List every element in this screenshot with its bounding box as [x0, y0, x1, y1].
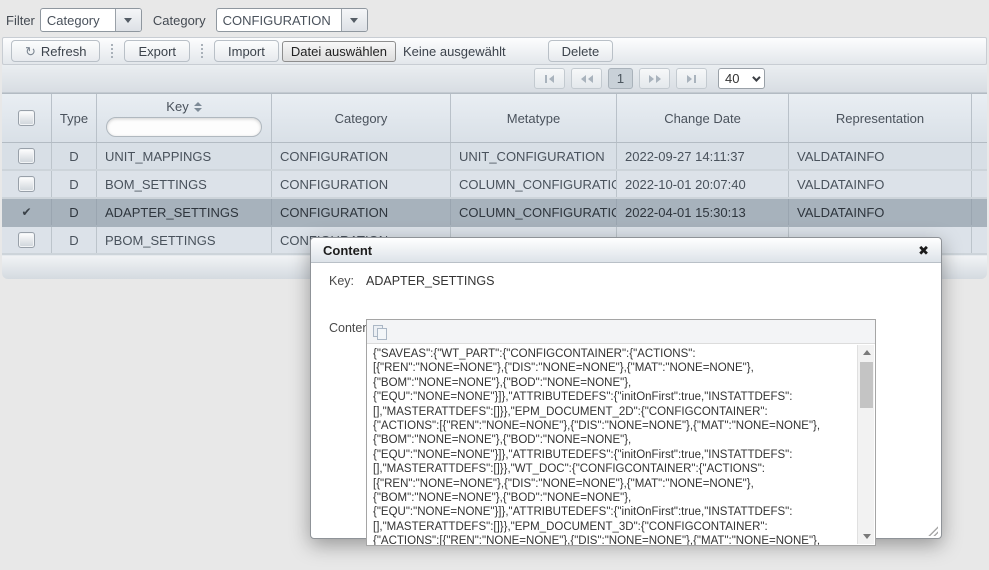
export-button[interactable]: Export [124, 40, 190, 62]
cell-metatype: COLUMN_CONFIGURATION [451, 171, 617, 197]
cell-filler [972, 143, 987, 169]
category-filter-select[interactable]: CONFIGURATION [216, 8, 368, 32]
cell-metatype: UNIT_CONFIGURATION [451, 143, 617, 169]
cell-type: D [52, 227, 97, 253]
chevron-down-icon[interactable] [341, 9, 367, 31]
current-page-button[interactable]: 1 [608, 68, 633, 89]
refresh-button-label: Refresh [41, 44, 87, 59]
page-size-value: 40 [725, 71, 739, 86]
pagination-bar: 1 40 [2, 65, 987, 93]
row-select-cell [2, 227, 52, 253]
copy-icon[interactable] [373, 325, 386, 339]
dialog-title: Content [323, 243, 372, 258]
last-page-button[interactable] [676, 68, 707, 89]
toolbar: ↻ Refresh Export Import Datei auswählen … [2, 37, 987, 65]
scroll-up-icon[interactable] [858, 345, 875, 360]
content-editor-panel: {"SAVEAS":{"WT_PART":{"CONFIGCONTAINER":… [366, 319, 876, 546]
editor-toolbar [367, 320, 875, 344]
cell-key: BOM_SETTINGS [97, 171, 272, 197]
dialog-body: Key: ADAPTER_SETTINGS Content: {"SAVEAS"… [311, 263, 941, 539]
content-dialog: Content ✖ Key: ADAPTER_SETTINGS Content:… [310, 237, 942, 539]
table-row[interactable]: D BOM_SETTINGS CONFIGURATION COLUMN_CONF… [2, 171, 987, 199]
cell-filler [972, 199, 987, 225]
cell-change-date: 2022-04-01 15:30:13 [617, 199, 789, 225]
vertical-scrollbar[interactable] [857, 345, 874, 544]
cell-category: CONFIGURATION [272, 199, 451, 225]
cell-category: CONFIGURATION [272, 143, 451, 169]
column-header-change-date[interactable]: Change Date [617, 94, 789, 142]
cell-key: UNIT_MAPPINGS [97, 143, 272, 169]
row-select-cell: ✔ [2, 199, 52, 225]
close-icon[interactable]: ✖ [918, 244, 929, 257]
refresh-icon: ↻ [25, 45, 36, 58]
select-all-checkbox[interactable] [18, 110, 35, 126]
refresh-button[interactable]: ↻ Refresh [11, 40, 100, 62]
cell-filler [972, 227, 987, 253]
import-button[interactable]: Import [214, 40, 279, 62]
grid-header: Type Key Category Metatype Change Date R… [2, 93, 987, 143]
cell-metatype: COLUMN_CONFIGURATION [451, 199, 617, 225]
column-header-key[interactable]: Key [97, 94, 272, 142]
content-textarea[interactable]: {"SAVEAS":{"WT_PART":{"CONFIGCONTAINER":… [367, 344, 875, 545]
row-checked-icon: ✔ [21, 205, 31, 219]
chevron-down-icon [752, 73, 760, 81]
app-root: Filter Category Category CONFIGURATION ↻… [0, 0, 989, 570]
category-filter-value: CONFIGURATION [217, 9, 341, 31]
cell-filler [972, 171, 987, 197]
content-json-text: {"SAVEAS":{"WT_PART":{"CONFIGCONTAINER":… [367, 344, 875, 545]
cell-change-date: 2022-10-01 20:07:40 [617, 171, 789, 197]
file-status-text: Keine ausgewählt [403, 44, 506, 59]
cell-change-date: 2022-09-27 14:11:37 [617, 143, 789, 169]
column-header-key-label: Key [166, 99, 188, 114]
key-label: Key: [329, 274, 354, 288]
cell-key: PBOM_SETTINGS [97, 227, 272, 253]
table-row[interactable]: D UNIT_MAPPINGS CONFIGURATION UNIT_CONFI… [2, 143, 987, 171]
filter-bar: Filter Category Category CONFIGURATION [0, 6, 989, 34]
row-select-cell [2, 143, 52, 169]
row-checkbox[interactable] [18, 148, 35, 164]
column-header-metatype[interactable]: Metatype [451, 94, 617, 142]
sort-icon[interactable] [194, 102, 202, 112]
cell-representation: VALDATAINFO [789, 199, 972, 225]
row-checkbox[interactable] [18, 232, 35, 248]
cell-category: CONFIGURATION [272, 171, 451, 197]
prev-page-button[interactable] [571, 68, 602, 89]
filter-type-value: Category [41, 9, 115, 31]
column-header-type[interactable]: Type [52, 94, 97, 142]
column-header-filler [972, 94, 987, 142]
column-header-representation[interactable]: Representation [789, 94, 972, 142]
column-header-category[interactable]: Category [272, 94, 451, 142]
cell-representation: VALDATAINFO [789, 143, 972, 169]
row-checkbox[interactable] [18, 176, 35, 192]
cell-representation: VALDATAINFO [789, 171, 972, 197]
scrollbar-thumb[interactable] [860, 362, 873, 408]
dialog-header[interactable]: Content ✖ [311, 238, 941, 263]
cell-key: ADAPTER_SETTINGS [97, 199, 272, 225]
resize-handle-icon[interactable] [927, 525, 938, 536]
page-size-select[interactable]: 40 [718, 68, 765, 89]
toolbar-separator [111, 44, 113, 58]
category-label: Category [153, 13, 206, 28]
row-select-cell [2, 171, 52, 197]
chevron-down-icon[interactable] [115, 9, 141, 31]
key-filter-input[interactable] [106, 117, 262, 137]
cell-type: D [52, 199, 97, 225]
delete-button[interactable]: Delete [548, 40, 614, 62]
toolbar-separator [201, 44, 203, 58]
filter-label: Filter [6, 13, 35, 28]
cell-type: D [52, 143, 97, 169]
table-row[interactable]: ✔ D ADAPTER_SETTINGS CONFIGURATION COLUM… [2, 199, 987, 227]
scroll-down-icon[interactable] [858, 529, 875, 544]
first-page-button[interactable] [534, 68, 565, 89]
cell-type: D [52, 171, 97, 197]
select-all-header-cell [2, 94, 52, 142]
key-value: ADAPTER_SETTINGS [366, 274, 495, 288]
file-choose-button[interactable]: Datei auswählen [282, 41, 396, 62]
filter-type-select[interactable]: Category [40, 8, 142, 32]
next-page-button[interactable] [639, 68, 670, 89]
